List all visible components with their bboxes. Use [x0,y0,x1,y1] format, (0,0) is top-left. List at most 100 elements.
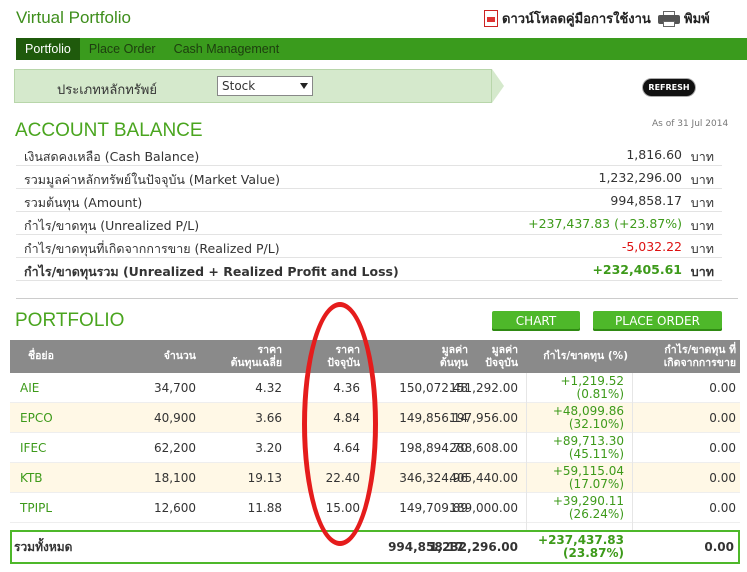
table-row: IFEC 62,200 3.20 4.64 198,894.70 288,608… [10,433,740,463]
cell-qty: 34,700 [154,381,196,395]
cell-symbol[interactable]: KTB [10,463,90,493]
balance-unit: บาท [690,172,714,187]
tab-portfolio[interactable]: Portfolio [16,38,80,60]
cell-realized: 0.00 [709,381,736,395]
total-label: รวมทั้งหมด [14,539,73,554]
col-quantity: จำนวน [163,350,196,362]
pdf-icon [484,10,498,27]
download-manual-label: ดาวน์โหลดคู่มือการใช้งาน [502,12,651,27]
chart-button[interactable]: CHART [492,311,580,331]
security-type-value: Stock [222,79,256,93]
filter-arrow-shape [492,69,504,103]
col-current-line1: ราคา [335,343,360,356]
cell-pl-pct: (26.24%) [568,507,624,521]
col-current-line2: ปัจจุบัน [327,356,360,369]
refresh-button[interactable]: REFRESH [643,79,695,96]
print-label: พิมพ์ [684,12,710,27]
balance-value: 1,816.60 [626,147,682,162]
cell-market: 197,956.00 [449,411,518,425]
page-header: Virtual Portfolio ดาวน์โหลดคู่มือการใช้ง… [0,0,747,38]
cell-price: 4.64 [333,441,360,455]
balance-row-amount: รวมต้นทุน (Amount) 994,858.17 บาท [16,189,722,212]
cell-pl: +39,290.11 (26.24%) [522,493,632,523]
total-realized: 0.00 [704,540,734,554]
cell-avg: 3.66 [255,411,282,425]
balance-value: 1,232,296.00 [598,170,683,185]
balance-label: รวมต้นทุน (Amount) [24,195,143,210]
table-row: AIE 34,700 4.32 4.36 150,072.48 151,292.… [10,373,740,403]
cell-qty: 40,900 [154,411,196,425]
col-avg-cost: ราคา ต้นทุนเฉลี่ย [210,340,286,373]
cell-symbol[interactable]: TPIPL [10,493,90,523]
balance-label: รวมมูลค่าหลักทรัพย์ในปัจจุบัน (Market Va… [24,172,280,187]
app-title: Virtual Portfolio [16,8,131,27]
table-total-row: รวมทั้งหมด 994,858.17 1,232,296.00 +237,… [10,530,740,564]
column-divider [632,373,633,530]
col-current-price: ราคา ปัจจุบัน [300,340,364,373]
cell-qty: 12,600 [154,501,196,515]
col-symbol: ชื่อย่อ [28,350,54,362]
balance-unit: บาท [690,264,714,279]
balance-value: +237,437.83 (+23.87%) [528,216,682,231]
cell-avg: 4.32 [255,381,282,395]
cell-realized: 0.00 [709,441,736,455]
balance-row-total: กำไร/ขาดทุนรวม (Unrealized + Realized Pr… [16,258,722,281]
cell-price: 22.40 [325,471,360,485]
col-realized-line1: กำไร/ขาดทุน ที่ [664,343,736,356]
security-type-label: ประเภทหลักทรัพย์ [57,83,157,98]
balance-unit: บาท [690,149,714,164]
table-row: KTB 18,100 19.13 22.40 346,324.96 405,44… [10,463,740,493]
tab-place-order[interactable]: Place Order [80,38,165,60]
security-type-select[interactable]: Stock [217,76,313,96]
balance-row-unrealized: กำไร/ขาดทุน (Unrealized P/L) +237,437.83… [16,212,722,235]
balance-value: -5,032.22 [621,239,682,254]
cell-realized: 0.00 [709,501,736,515]
chevron-down-icon [300,83,308,89]
cell-qty: 18,100 [154,471,196,485]
cell-symbol[interactable]: IFEC [10,433,90,463]
cell-price: 4.36 [333,381,360,395]
balance-label: กำไร/ขาดทุน (Unrealized P/L) [24,218,200,233]
printer-icon [658,10,680,27]
cell-pl-pct: (45.11%) [568,447,624,461]
portfolio-title: PORTFOLIO [15,310,125,331]
col-cost-line1: มูลค่า [441,343,468,356]
balance-value: 994,858.17 [610,193,682,208]
cell-price: 4.84 [333,411,360,425]
total-pl: +237,437.83 (23.87%) [522,532,632,562]
download-manual-link[interactable]: ดาวน์โหลดคู่มือการใช้งาน [484,8,651,29]
cell-market: 405,440.00 [449,471,518,485]
table-row: EPCO 40,900 3.66 4.84 149,856.14 197,956… [10,403,740,433]
as-of-date: As of 31 Jul 2014 [652,119,729,129]
cell-pl-pct: (17.07%) [568,477,624,491]
balance-row-cash: เงินสดคงเหลือ (Cash Balance) 1,816.60 บา… [16,143,722,166]
section-divider [16,298,738,299]
col-avg-cost-line1: ราคา [257,343,282,356]
cell-price: 15.00 [325,501,360,515]
cell-realized: 0.00 [709,411,736,425]
col-pl: กำไร/ขาดทุน (%) [543,350,628,362]
account-balance-title: ACCOUNT BALANCE [15,120,203,141]
balance-unit: บาท [690,218,714,233]
cell-symbol[interactable]: AIE [10,373,90,403]
cell-pl: +1,219.52 (0.81%) [522,373,632,403]
place-order-button[interactable]: PLACE ORDER [593,311,722,331]
balance-label: กำไร/ขาดทุนที่เกิดจากการขาย (Realized P/… [24,241,280,256]
table-row: TPIPL 12,600 11.88 15.00 149,709.89 189,… [10,493,740,523]
cell-pl: +89,713.30 (45.11%) [522,433,632,463]
cell-symbol[interactable]: EPCO [10,403,90,433]
cell-pl-pct: (32.10%) [568,417,624,431]
tab-cash-management[interactable]: Cash Management [165,38,289,60]
col-avg-cost-line2: ต้นทุนเฉลี่ย [230,356,282,369]
cell-pl: +59,115.04 (17.07%) [522,463,632,493]
print-link[interactable]: พิมพ์ [658,8,710,29]
col-market-value: มูลค่า ปัจจุบัน [472,340,522,373]
cell-realized: 0.00 [709,471,736,485]
balance-row-realized: กำไร/ขาดทุนที่เกิดจากการขาย (Realized P/… [16,235,722,258]
total-pl-pct: (23.87%) [563,546,624,560]
col-realized-line2: เกิดจากการขาย [663,356,736,369]
cell-pl-pct: (0.81%) [576,387,624,401]
balance-value: +232,405.61 [592,262,682,277]
col-cost-line2: ต้นทุน [439,356,468,369]
cell-qty: 62,200 [154,441,196,455]
